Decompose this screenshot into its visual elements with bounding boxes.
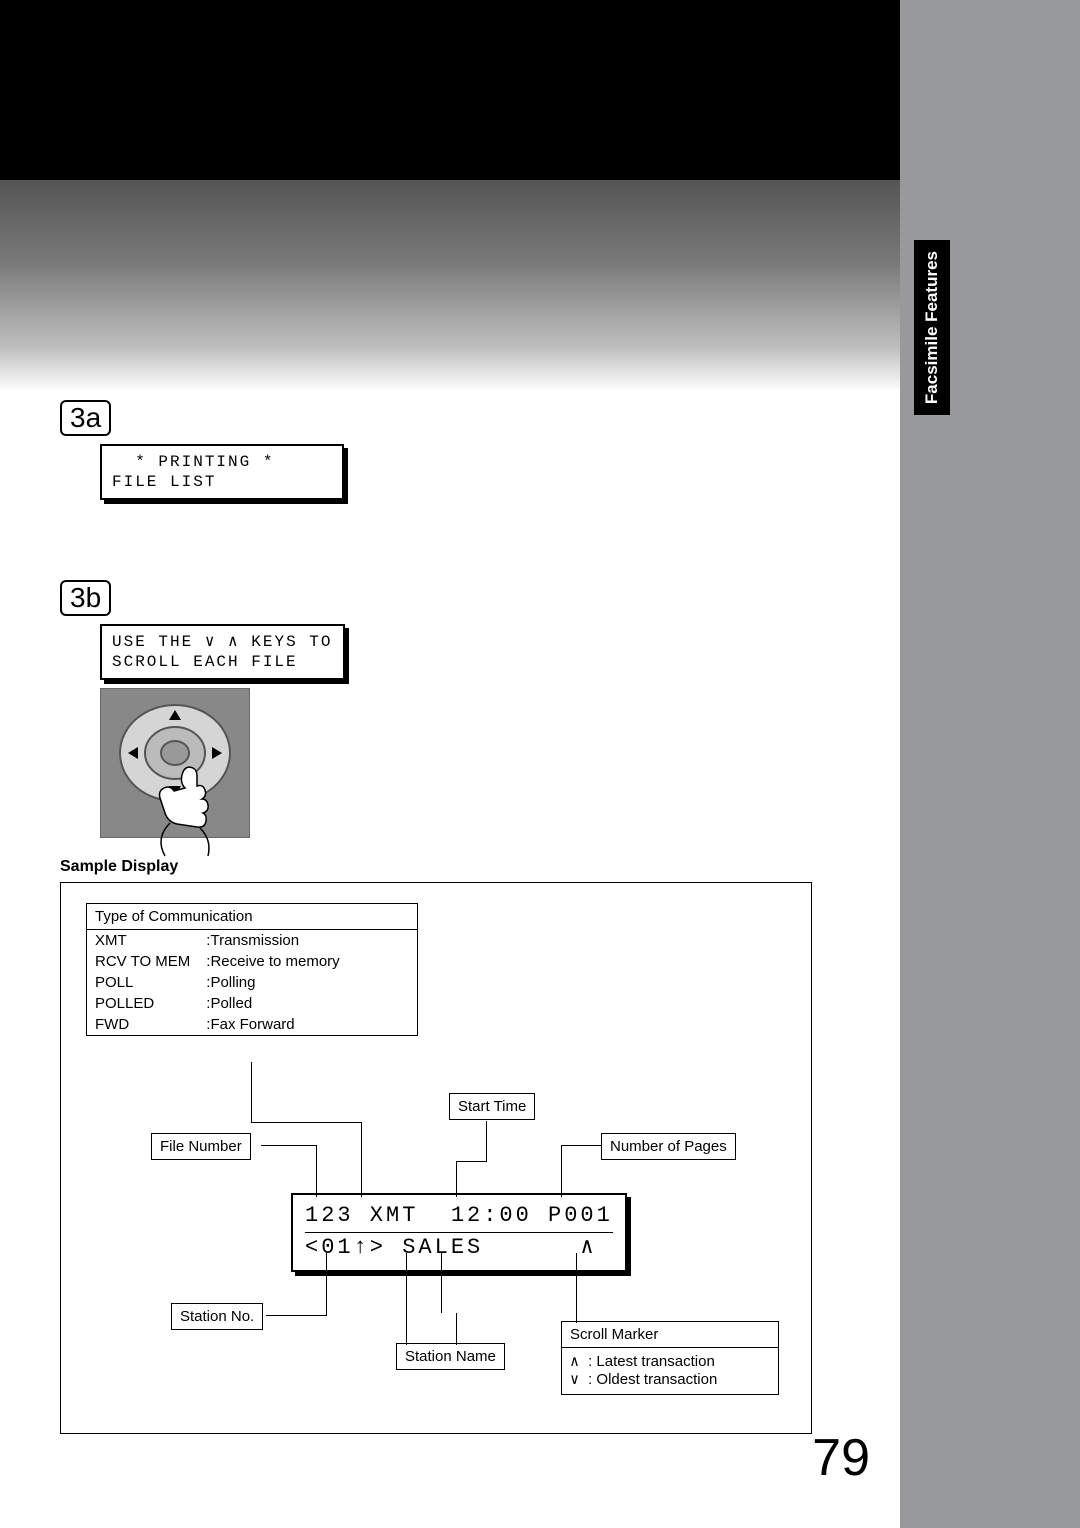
right-sidebar [900,0,1080,1528]
comm-box-title: Type of Communication [87,904,417,930]
step-3b: 3b USE THE ∨ ∧ KEYS TO SCROLL EACH FILE [60,580,900,838]
section-tab: Facsimile Features [914,240,950,415]
step-3a: 3a * PRINTING * FILE LIST [60,400,900,500]
header-black [0,0,900,180]
label-station-name: Station Name [396,1343,505,1370]
scroll-marker-box: Scroll Marker ∧ : Latest transaction ∨ :… [561,1321,779,1395]
display-line2: <01↑> SALES ∧ [305,1235,597,1260]
scroll-marker-title: Scroll Marker [562,1322,778,1348]
step-label-3b: 3b [60,580,111,616]
nav-pad-illustration [100,688,250,838]
page-number: 79 [812,1428,870,1488]
sample-display-heading: Sample Display [60,858,900,876]
sample-display-diagram: Type of Communication XMT:Transmission R… [60,882,812,1434]
display-line1: 123 XMT 12:00 P001 [305,1201,613,1233]
type-of-communication-box: Type of Communication XMT:Transmission R… [86,903,418,1036]
header-fade [0,180,900,390]
lcd-3b: USE THE ∨ ∧ KEYS TO SCROLL EACH FILE [100,624,345,680]
label-start-time: Start Time [449,1093,535,1120]
label-file-number: File Number [151,1133,251,1160]
label-number-of-pages: Number of Pages [601,1133,736,1160]
step-label-3a: 3a [60,400,111,436]
label-station-no: Station No. [171,1303,263,1330]
lcd-3a: * PRINTING * FILE LIST [100,444,344,500]
